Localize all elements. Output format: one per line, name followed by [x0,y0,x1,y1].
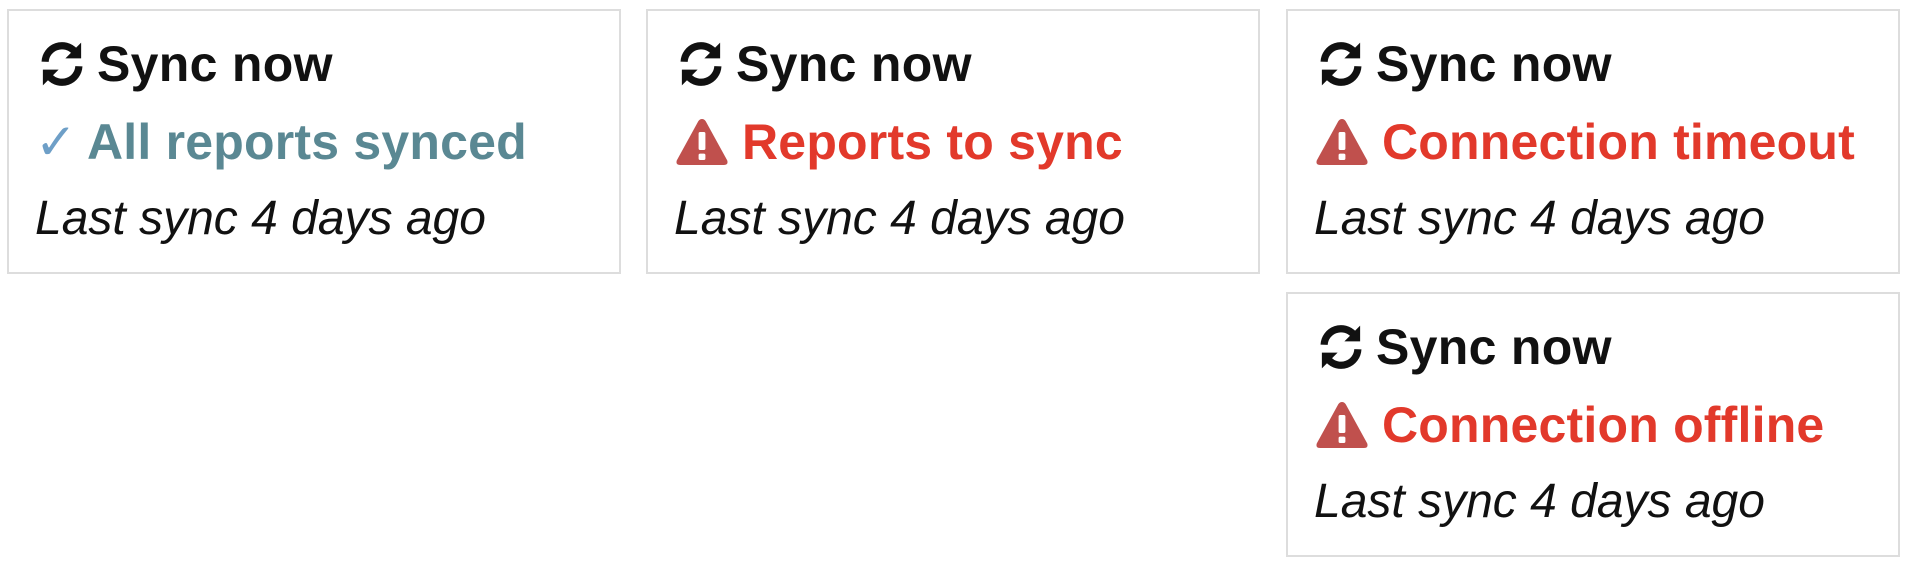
sync-icon [41,42,83,86]
sync-icon [680,42,722,86]
sync-icon [1320,325,1362,369]
last-sync-row: Last sync 4 days ago [1314,474,1765,529]
warning-icon [676,119,728,165]
sync-status: Reports to sync [674,113,1123,171]
status-text: Reports to sync [742,114,1123,170]
status-text: Connection offline [1382,397,1825,453]
sync-status-card: Sync now Connection timeout Last sync 4 … [1286,9,1900,274]
checkmark-icon: ✓ [35,113,77,171]
last-sync-row: Last sync 4 days ago [674,191,1125,246]
warning-icon [1316,402,1368,448]
sync-now-button[interactable]: Sync now [1314,35,1612,93]
sync-now-label: Sync now [1376,36,1612,92]
sync-status: ✓ All reports synced [35,113,527,171]
last-sync-text: Last sync 4 days ago [35,192,486,245]
sync-now-button[interactable]: Sync now [1314,318,1612,376]
sync-status-card: Sync now ✓ All reports synced Last sync … [7,9,621,274]
warning-icon [1316,119,1368,165]
sync-icon [1320,42,1362,86]
sync-status: Connection offline [1314,396,1824,454]
last-sync-text: Last sync 4 days ago [1314,192,1765,245]
sync-now-button[interactable]: Sync now [674,35,972,93]
last-sync-text: Last sync 4 days ago [1314,475,1765,528]
last-sync-row: Last sync 4 days ago [35,191,486,246]
sync-now-label: Sync now [736,36,972,92]
last-sync-text: Last sync 4 days ago [674,192,1125,245]
status-text: All reports synced [87,114,527,170]
sync-status: Connection timeout [1314,113,1855,171]
sync-status-card: Sync now Connection offline Last sync 4 … [1286,292,1900,557]
sync-status-card: Sync now Reports to sync Last sync 4 day… [646,9,1260,274]
status-text: Connection timeout [1382,114,1856,170]
sync-now-button[interactable]: Sync now [35,35,333,93]
sync-now-label: Sync now [97,36,333,92]
sync-now-label: Sync now [1376,319,1612,375]
last-sync-row: Last sync 4 days ago [1314,191,1765,246]
